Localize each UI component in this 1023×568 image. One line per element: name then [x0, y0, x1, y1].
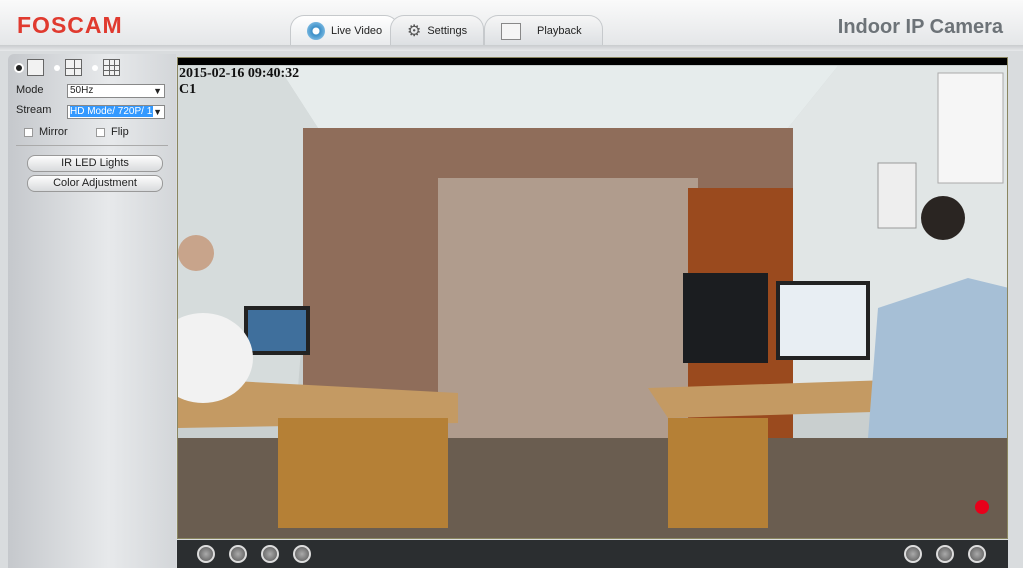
record-icon[interactable]	[936, 545, 954, 563]
layout-4-radio[interactable]	[54, 64, 60, 71]
layout-9-radio[interactable]	[92, 64, 98, 71]
flip-label: Flip	[111, 126, 129, 138]
channel-overlay: C1	[179, 82, 197, 97]
gears-icon: ⚙	[407, 23, 422, 40]
stream-label: Stream	[16, 104, 52, 116]
tab-playback[interactable]: Playback	[484, 15, 603, 46]
header: FOSCAM Live Video ⚙ Settings Playback In…	[0, 0, 1023, 46]
ir-led-button[interactable]: IR LED Lights	[27, 155, 163, 172]
video-feed[interactable]: 2015-02-16 09:40:32 C1	[177, 57, 1008, 539]
webcam-icon	[307, 22, 325, 40]
layout-selector	[16, 59, 130, 76]
flip-checkbox[interactable]	[96, 127, 105, 137]
talk-icon[interactable]	[261, 545, 279, 563]
stop-icon[interactable]	[229, 545, 247, 563]
mode-value: 50Hz	[70, 85, 94, 96]
mode-select[interactable]: 50Hz ▼	[67, 84, 165, 98]
mirror-label: Mirror	[39, 126, 68, 138]
stream-value: HD Mode/ 720P/ 1(	[70, 106, 156, 117]
stream-select[interactable]: HD Mode/ 720P/ 1(▼	[67, 105, 165, 119]
video-control-bar	[177, 540, 1008, 568]
calendar-icon	[501, 22, 521, 40]
nine-view-icon[interactable]	[103, 59, 120, 76]
divider	[16, 145, 168, 146]
mode-label: Mode	[16, 84, 44, 96]
layout-1-radio[interactable]	[16, 64, 22, 71]
product-title: Indoor IP Camera	[837, 16, 1003, 38]
tab-settings[interactable]: ⚙ Settings	[390, 15, 485, 46]
color-adjustment-button[interactable]: Color Adjustment	[27, 175, 163, 192]
flip-option[interactable]: Flip	[96, 126, 129, 138]
camera-image	[178, 65, 1007, 538]
tab-label: Live Video	[331, 25, 383, 37]
chevron-down-icon: ▼	[153, 86, 162, 96]
sidebar: Mode 50Hz ▼ Stream HD Mode/ 720P/ 1(▼ Mir…	[8, 54, 176, 568]
header-divider	[0, 45, 1023, 51]
tab-label: Settings	[427, 25, 468, 37]
audio-icon[interactable]	[293, 545, 311, 563]
single-view-icon[interactable]	[27, 59, 44, 76]
timestamp-overlay: 2015-02-16 09:40:32	[179, 66, 300, 81]
tab-label: Playback	[537, 25, 582, 37]
foscam-logo: FOSCAM	[17, 12, 123, 38]
recording-indicator	[975, 500, 989, 514]
video-top-bar	[178, 58, 1007, 65]
play-icon[interactable]	[197, 545, 215, 563]
fullscreen-icon[interactable]	[968, 545, 986, 563]
quad-view-icon[interactable]	[65, 59, 82, 76]
mirror-checkbox[interactable]	[24, 127, 33, 137]
snapshot-icon[interactable]	[904, 545, 922, 563]
tab-live-video[interactable]: Live Video	[290, 15, 400, 46]
chevron-down-icon: ▼	[153, 106, 162, 118]
mirror-option[interactable]: Mirror	[24, 126, 68, 138]
